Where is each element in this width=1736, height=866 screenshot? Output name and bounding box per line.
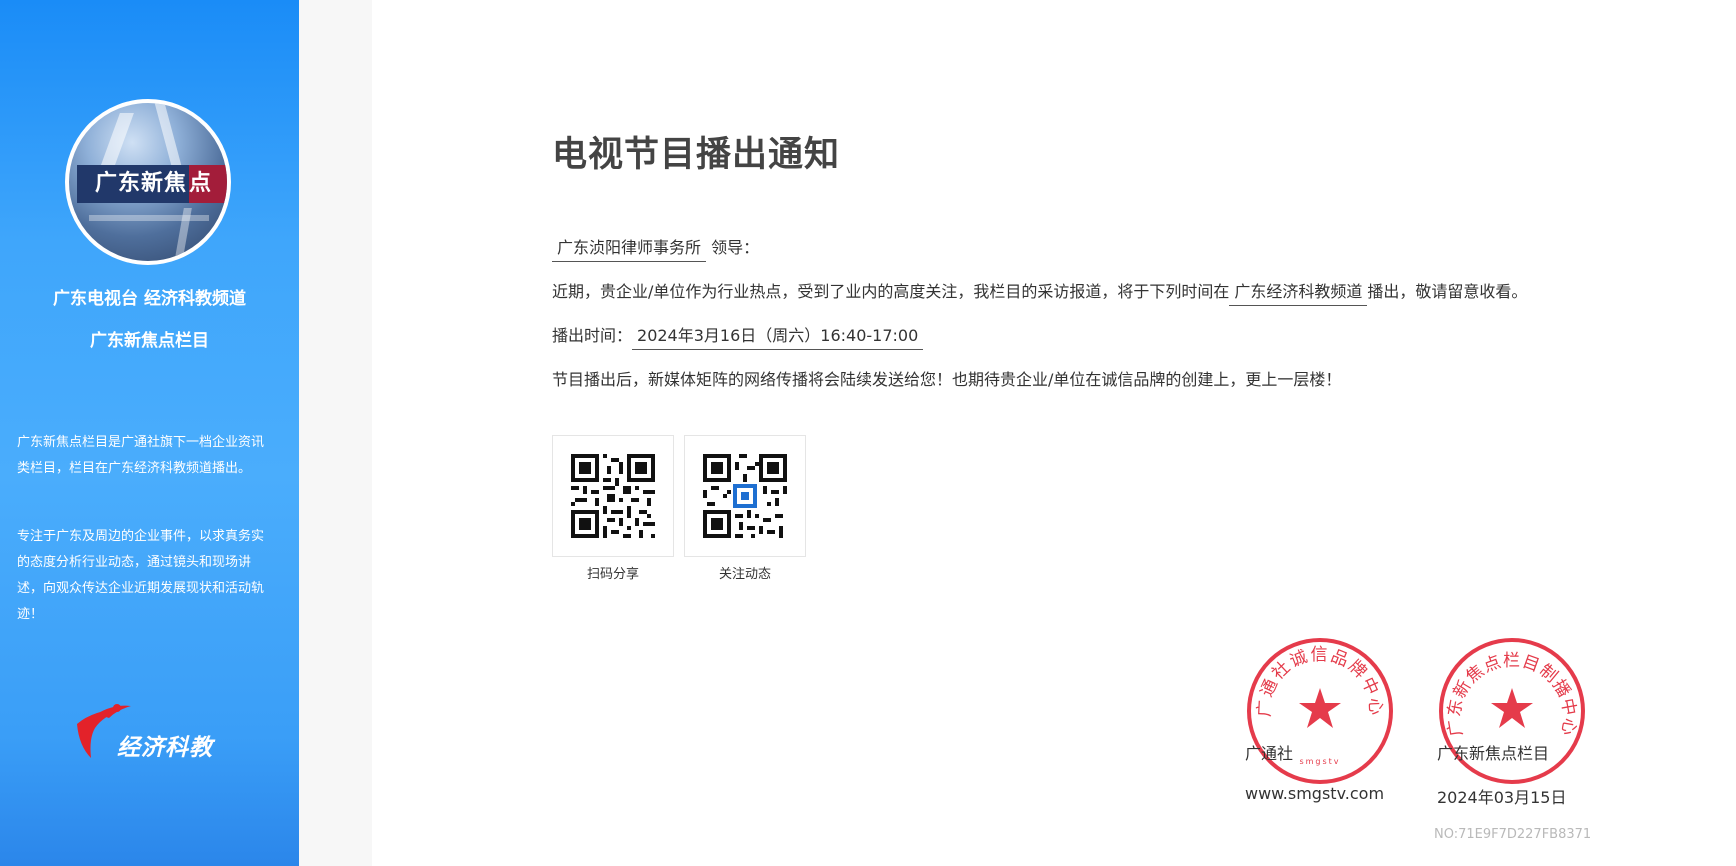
- economic-science-education-logo: 经济科教: [73, 702, 233, 762]
- logo-text-right: 点: [189, 165, 227, 203]
- follow-qr-code[interactable]: [684, 435, 806, 557]
- program-name: 广东新焦点栏目: [90, 331, 209, 351]
- body-prefix: 近期，贵企业/单位作为行业热点，受到了业内的高度关注，我栏目的采访报道，将于下列…: [552, 282, 1230, 301]
- program-logo: 广东新焦 点: [65, 99, 231, 265]
- closing-line: 节目播出后，新媒体矩阵的网络传播将会陆续发送给您！也期待贵企业/单位在诚信品牌的…: [552, 370, 1342, 389]
- qr-code-icon: [703, 454, 787, 538]
- qr-code-icon: [571, 454, 655, 538]
- body-line: 近期，贵企业/单位作为行业热点，受到了业内的高度关注，我栏目的采访报道，将于下列…: [552, 278, 1527, 306]
- follow-qr-label: 关注动态: [718, 567, 771, 582]
- org1-website[interactable]: www.smgstv.com: [1245, 784, 1384, 803]
- seal1-small-text: smgstv: [1299, 757, 1340, 766]
- notice-title: 电视节目播出通知: [552, 135, 841, 175]
- share-qr-code[interactable]: [552, 435, 674, 557]
- broadcast-channel: 广东经济科教频道: [1229, 278, 1368, 306]
- body-suffix: 播出，敬请留意收看。: [1367, 282, 1528, 301]
- airtime-line: 播出时间： 2024年3月16日（周六）16:40-17:00: [552, 322, 924, 350]
- sidebar: 广东新焦 点 广东电视台 经济科教频道 广东新焦点栏目 广东新焦点栏目是广通社旗…: [0, 0, 299, 866]
- airtime-value: 2024年3月16日（周六）16:40-17:00: [632, 322, 924, 350]
- channel-name: 广东电视台 经济科教频道: [53, 289, 246, 309]
- share-qr-label: 扫码分享: [586, 567, 639, 582]
- airtime-label: 播出时间：: [552, 326, 633, 345]
- org1-name: 广通社: [1245, 744, 1294, 763]
- brand-text: 经济科教: [117, 735, 213, 761]
- serial-number: NO:71E9F7D227FB8371: [1434, 827, 1592, 842]
- logo-text-left: 广东新焦: [77, 165, 189, 203]
- program-focus: 专注于广东及周边的企业事件，以求真务实的态度分析行业动态，通过镜头和现场讲述，向…: [17, 529, 265, 622]
- program-description: 广东新焦点栏目是广通社旗下一档企业资讯类栏目，栏目在广东经济科教频道播出。: [17, 435, 265, 476]
- gutter: [299, 0, 372, 866]
- recipient-line: 广东浈阳律师事务所 领导：: [552, 234, 759, 262]
- recipient-name: 广东浈阳律师事务所: [552, 234, 707, 262]
- recipient-suffix: 领导：: [711, 238, 760, 257]
- org2-name: 广东新焦点栏目: [1437, 744, 1550, 763]
- logo-banner: 广东新焦 点: [77, 165, 227, 203]
- issue-date: 2024年03月15日: [1437, 788, 1567, 807]
